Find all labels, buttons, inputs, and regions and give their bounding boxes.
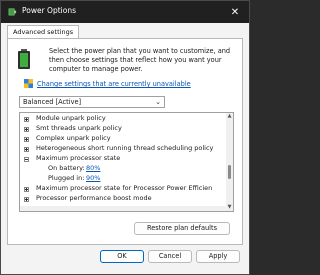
tree-item[interactable]: Module unpark policy <box>36 114 106 123</box>
expander-plus-icon[interactable] <box>24 197 29 202</box>
expander-minus-icon[interactable] <box>24 157 29 162</box>
cancel-button[interactable]: Cancel <box>148 250 192 263</box>
shield-icon <box>24 79 33 89</box>
close-icon: ✕ <box>230 6 240 18</box>
tab-advanced-settings[interactable]: Advanced settings <box>7 25 80 39</box>
window-title: Power Options <box>22 6 76 15</box>
horizontal-scrollbar[interactable] <box>20 206 226 211</box>
scroll-down-icon[interactable]: ▼ <box>226 204 233 211</box>
apply-button[interactable]: Apply <box>196 250 240 263</box>
advanced-settings-panel: Select the power plan that you want to c… <box>7 38 243 245</box>
tree-item[interactable]: Heterogeneous short running thread sched… <box>36 144 213 153</box>
title-bar[interactable]: Power Options ✕ <box>1 1 249 23</box>
vertical-scrollbar[interactable]: ▲ ▼ <box>226 113 233 211</box>
change-settings-link[interactable]: Change settings that are currently unava… <box>37 80 191 88</box>
plugged-in-label: Plugged in: <box>48 174 85 182</box>
plugged-in-value[interactable]: 90% <box>86 174 100 183</box>
tree-item[interactable]: Maximum processor state for Processor Po… <box>36 184 212 193</box>
on-battery-label: On battery: <box>48 164 85 172</box>
expander-plus-icon[interactable] <box>24 187 29 192</box>
ok-button[interactable]: OK <box>100 250 144 263</box>
power-options-window: Power Options ✕ Advanced settings Select… <box>0 0 250 275</box>
battery-icon <box>18 49 30 69</box>
scroll-thumb[interactable] <box>228 165 231 179</box>
scroll-up-icon[interactable]: ▲ <box>226 113 233 120</box>
power-options-icon <box>8 8 17 16</box>
power-plan-select[interactable]: Balanced [Active] ⌄ <box>19 96 165 108</box>
expander-plus-icon[interactable] <box>24 137 29 142</box>
expander-plus-icon[interactable] <box>24 147 29 152</box>
close-button[interactable]: ✕ <box>221 1 249 23</box>
tree-item[interactable]: Smt threads unpark policy <box>36 124 122 133</box>
chevron-down-icon: ⌄ <box>155 98 161 106</box>
restore-plan-defaults-button[interactable]: Restore plan defaults <box>134 222 230 235</box>
settings-tree[interactable]: Module unpark policy Smt threads unpark … <box>19 112 234 212</box>
power-plan-selected: Balanced [Active] <box>23 98 82 106</box>
expander-plus-icon[interactable] <box>24 117 29 122</box>
on-battery-value[interactable]: 80% <box>86 164 100 173</box>
expander-plus-icon[interactable] <box>24 127 29 132</box>
tree-item[interactable]: Complex unpark policy <box>36 134 111 143</box>
tree-item[interactable]: Maximum processor state <box>36 154 120 163</box>
tree-item[interactable]: Processor performance boost mode <box>36 194 152 203</box>
description-text: Select the power plan that you want to c… <box>49 47 231 73</box>
